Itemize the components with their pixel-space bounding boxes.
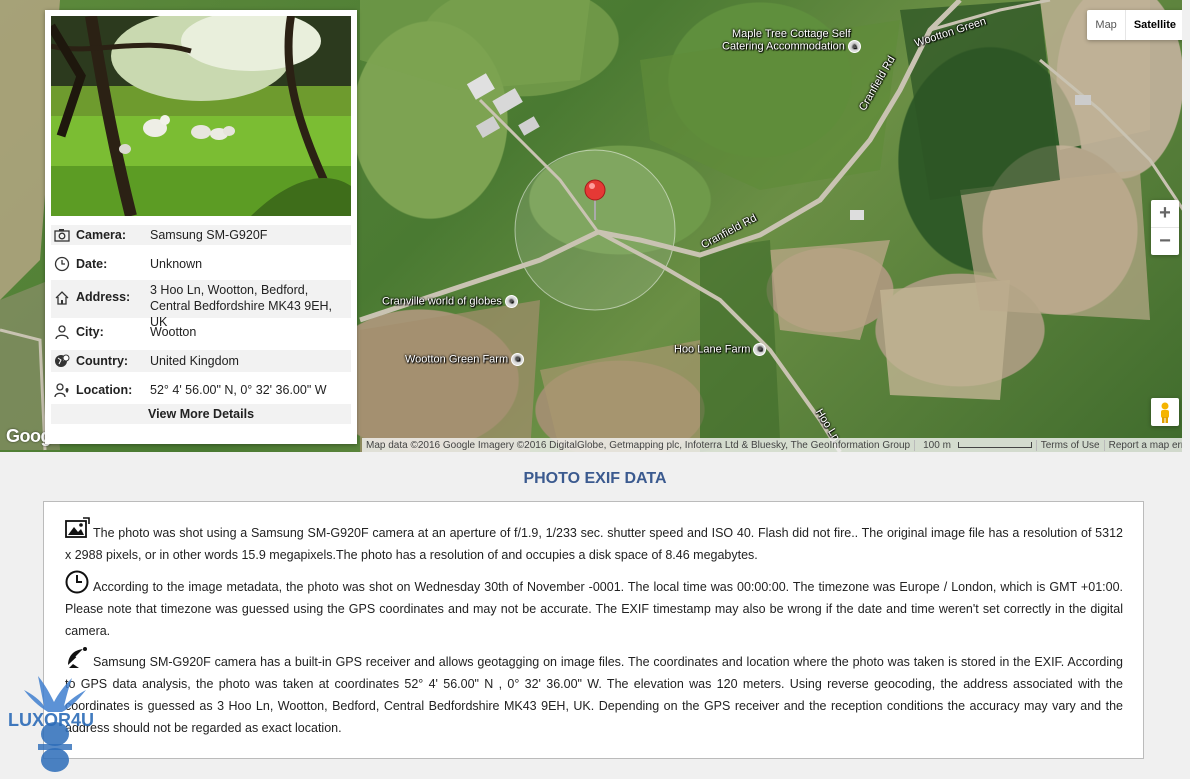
- info-row-address: Address: 3 Hoo Ln, Wootton, Bedford, Cen…: [51, 280, 351, 329]
- map-attribution-bar: Map data ©2016 Google Imagery ©2016 Digi…: [362, 438, 1190, 452]
- exif-paragraph-date-text: According to the image metadata, the pho…: [65, 580, 1123, 638]
- exif-paragraph-date: According to the image metadata, the pho…: [65, 570, 1123, 642]
- terms-link[interactable]: Terms of Use: [1035, 439, 1104, 451]
- place-icon: ●: [504, 295, 518, 308]
- map-attribution: Map data ©2016 Google Imagery ©2016 Digi…: [366, 439, 911, 451]
- person-icon: [55, 325, 69, 340]
- camera-label: Camera:: [76, 228, 127, 242]
- location-value: 52° 4' 56.00" N, 0° 32' 36.00" W: [150, 383, 327, 397]
- map-type-satellite-button[interactable]: Satellite: [1124, 10, 1184, 40]
- map-label-wootton-green-farm-text: Wootton Green Farm: [405, 353, 509, 366]
- map-type-map-button[interactable]: Map: [1087, 10, 1124, 40]
- satellite-dish-icon: [68, 647, 87, 668]
- map-view[interactable]: Maple Tree Cottage Self Catering Accommo…: [0, 0, 1190, 452]
- map-label-hoo-lane-farm: Hoo Lane Farm ■: [674, 343, 767, 356]
- city-label: City:: [76, 325, 104, 339]
- exif-paragraph-gps: Samsung SM-G920F camera has a built-in G…: [65, 647, 1123, 739]
- camera-icon: [54, 229, 70, 242]
- clock-icon: [65, 570, 89, 594]
- exif-section-title: PHOTO EXIF DATA: [523, 470, 667, 487]
- info-row-camera: Camera: Samsung SM-G920F: [51, 225, 351, 245]
- photo-thumbnail[interactable]: [51, 16, 351, 216]
- page-scrollbar[interactable]: [1182, 0, 1190, 778]
- date-label: Date:: [76, 257, 108, 271]
- location-label: Location:: [76, 383, 133, 397]
- map-label-cranville: Cranville world of globes ●: [382, 295, 518, 308]
- view-more-details-button[interactable]: View More Details: [51, 404, 351, 424]
- info-row-country: Country: United Kingdom: [51, 350, 351, 372]
- camera-value: Samsung SM-G920F: [150, 228, 268, 242]
- home-icon: [55, 291, 69, 305]
- address-label: Address:: [76, 290, 131, 304]
- exif-description-box: The photo was shot using a Samsung SM-G9…: [43, 501, 1144, 759]
- info-row-location: Location: 52° 4' 56.00" N, 0° 32' 36.00"…: [51, 380, 351, 400]
- info-row-city: City: Wootton: [51, 322, 351, 342]
- photo-info-card: Camera: Samsung SM-G920F Date: Unknown A…: [45, 10, 357, 444]
- photo-icon: [65, 517, 90, 538]
- map-scale-label: 100 m: [923, 439, 951, 451]
- date-value: Unknown: [150, 257, 203, 271]
- map-label-maple-tree-2-text: Catering Accommodation: [722, 40, 845, 53]
- map-label-maple-tree: Maple Tree Cottage Self: [732, 28, 851, 40]
- globe-pin-icon: [55, 354, 70, 367]
- scale-bar: [957, 441, 1032, 448]
- luxor4u-watermark-text: LUXOR4U: [8, 710, 94, 730]
- clock-icon: [54, 256, 70, 272]
- exif-paragraph-camera-text: The photo was shot using a Samsung SM-G9…: [65, 526, 1123, 562]
- zoom-control: + −: [1151, 200, 1179, 255]
- info-row-date: Date: Unknown: [51, 254, 351, 274]
- luxor4u-watermark-logo: LUXOR4U: [8, 676, 108, 774]
- lodging-icon: ▲: [847, 40, 861, 53]
- farm-icon: ■: [753, 343, 767, 356]
- farm-icon: ■: [511, 353, 525, 366]
- location-person-icon: [54, 383, 69, 398]
- report-error-link[interactable]: Report a map error: [1103, 439, 1190, 451]
- street-view-pegman-icon[interactable]: [1151, 398, 1179, 426]
- map-scale: 100 m: [914, 439, 1036, 451]
- map-label-wootton-green-farm: Wootton Green Farm ■: [405, 353, 525, 366]
- exif-paragraph-camera: The photo was shot using a Samsung SM-G9…: [65, 517, 1123, 566]
- map-type-control: Map Satellite: [1087, 10, 1184, 40]
- map-label-cranville-text: Cranville world of globes: [382, 295, 502, 308]
- country-value: United Kingdom: [150, 354, 239, 368]
- zoom-in-button[interactable]: +: [1151, 200, 1179, 227]
- exif-paragraph-gps-text: Samsung SM-G920F camera has a built-in G…: [65, 655, 1123, 735]
- zoom-out-button[interactable]: −: [1151, 227, 1179, 255]
- map-label-maple-tree-2: Catering Accommodation ▲: [722, 40, 861, 53]
- country-label: Country:: [76, 354, 129, 368]
- map-label-hoo-lane-farm-text: Hoo Lane Farm: [674, 343, 751, 356]
- city-value: Wootton: [150, 325, 197, 339]
